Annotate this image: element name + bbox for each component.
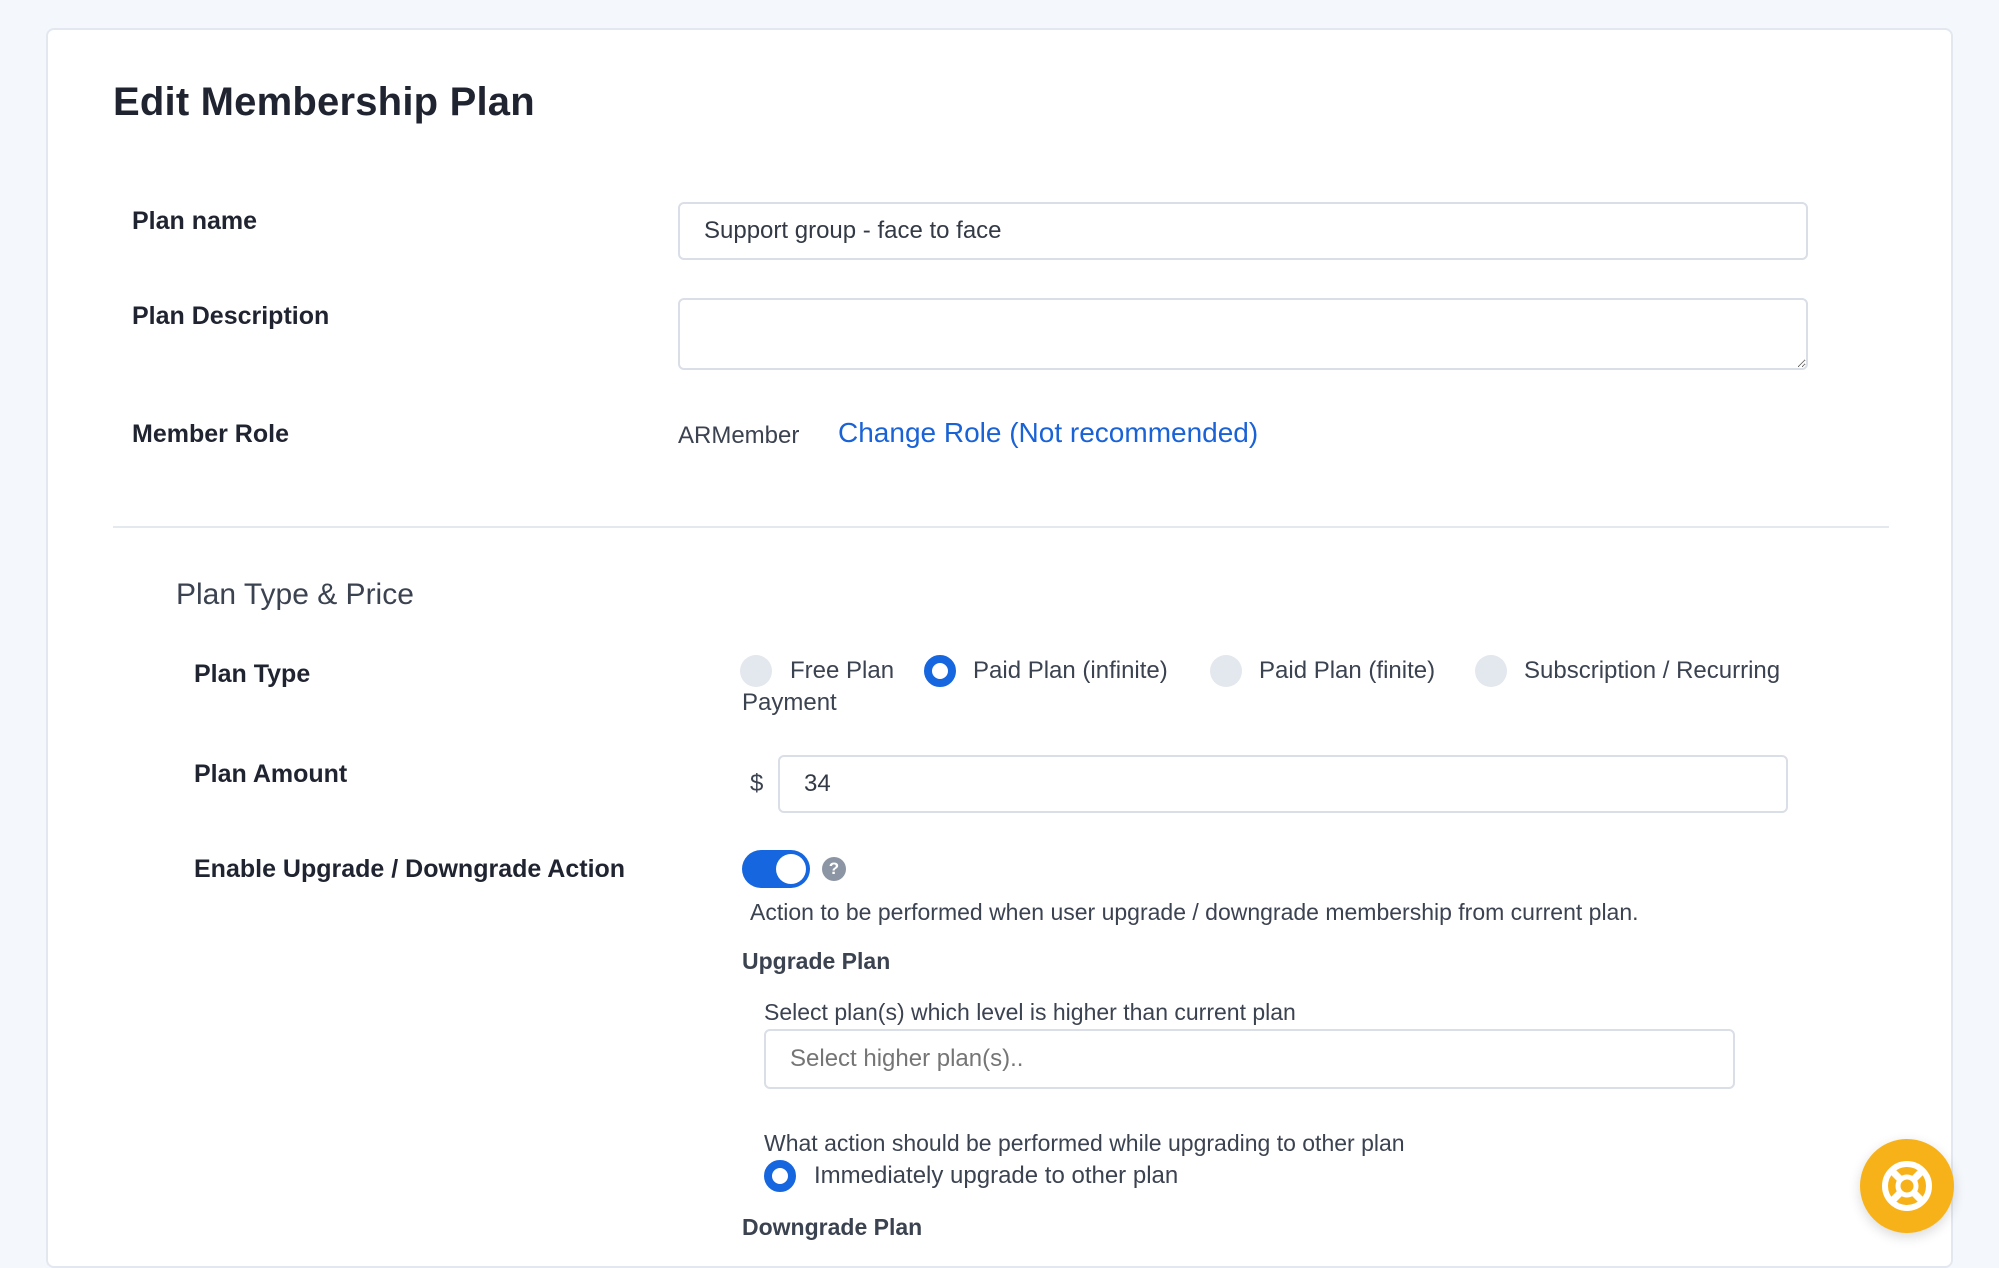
plan-type-subscription-label[interactable]: Subscription / Recurring [1524,657,1780,685]
plan-type-subscription-label-wrap[interactable]: Payment [742,689,837,717]
member-role-label: Member Role [132,420,289,448]
immediate-upgrade-label[interactable]: Immediately upgrade to other plan [814,1162,1178,1190]
downgrade-plan-title: Downgrade Plan [742,1214,923,1240]
plan-type-paid-infinite-label[interactable]: Paid Plan (infinite) [973,657,1168,685]
question-circle-icon[interactable]: ? [822,857,846,881]
section-divider [113,526,1889,528]
upgrade-downgrade-description: Action to be performed when user upgrade… [750,899,1639,925]
plan-type-paid-finite-radio[interactable] [1210,655,1242,687]
currency-symbol: $ [750,770,764,797]
plan-amount-label: Plan Amount [194,760,348,788]
plan-name-label: Plan name [132,207,258,235]
lifebuoy-icon [1882,1161,1932,1211]
plan-type-price-title: Plan Type & Price [176,578,414,611]
plan-type-paid-infinite-radio[interactable] [924,655,956,687]
plan-type-free-label[interactable]: Free Plan [790,657,894,685]
edit-plan-card: Edit Membership Plan Plan name Plan Desc… [46,28,1953,1268]
toggle-knob [776,854,806,884]
change-role-link[interactable]: Change Role (Not recommended) [838,417,1258,449]
member-role-value: ARMember [678,422,800,449]
plan-type-free-radio[interactable] [740,655,772,687]
plan-type-label: Plan Type [194,660,311,688]
plan-type-subscription-radio[interactable] [1475,655,1507,687]
plan-amount-input[interactable] [778,755,1788,813]
plan-description-label: Plan Description [132,302,330,330]
plan-description-textarea[interactable] [678,298,1808,370]
higher-plans-select[interactable] [764,1029,1735,1089]
upgrade-downgrade-toggle[interactable] [742,850,810,888]
immediate-upgrade-radio[interactable] [764,1160,796,1192]
upgrade-select-label: Select plan(s) which level is higher tha… [764,999,1296,1025]
upgrade-plan-title: Upgrade Plan [742,948,891,974]
page-title: Edit Membership Plan [113,80,535,124]
upgrade-action-question: What action should be performed while up… [764,1130,1405,1156]
support-button[interactable] [1860,1139,1954,1233]
upgrade-downgrade-label: Enable Upgrade / Downgrade Action [194,855,626,883]
plan-type-paid-finite-label[interactable]: Paid Plan (finite) [1259,657,1435,685]
plan-name-input[interactable] [678,202,1808,260]
